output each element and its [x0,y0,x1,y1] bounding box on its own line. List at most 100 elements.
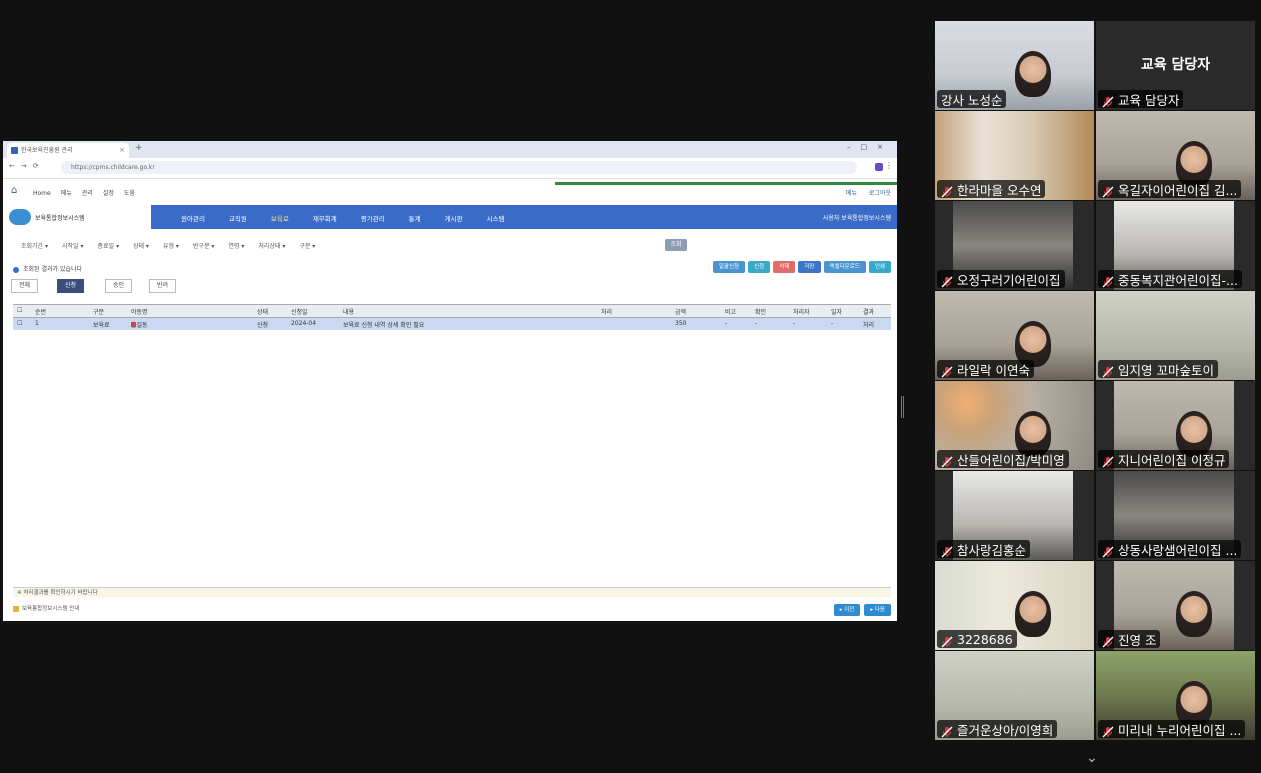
action-button[interactable]: 저장 [798,261,821,273]
action-buttons: 일괄신청 신청 삭제 저장 엑셀다운로드 인쇄 [710,261,891,273]
filter-label[interactable]: 연령 ▾ [228,243,244,250]
sub-tab[interactable]: 신청 [57,279,85,293]
participant-name-bar: 산들어린이집/박미영 [937,450,1069,468]
extension-icon[interactable] [875,163,883,171]
util-links: 메뉴 로그아웃 [834,188,891,197]
logo[interactable]: 보육통합정보시스템 [3,205,151,229]
user-info[interactable]: 사용자 보육통합정보시스템 [823,213,891,222]
browser-tab-bar: 한국보육진흥원 관리 × + –□× [3,141,897,158]
bookmark-link[interactable]: 메뉴 [61,190,72,197]
participant-tile[interactable]: 임지영 꼬마숲토이 [1096,291,1255,380]
sub-tab[interactable]: 승인 [105,279,133,293]
menu-item[interactable]: 교직원 [229,215,247,223]
bookmark-link[interactable]: 설정 [103,190,114,197]
status-line: ※ 처리결과를 확인하시기 바랍니다 [13,587,891,597]
participant-name-bar: 진영 조 [1098,630,1161,648]
column-header[interactable]: 처리자 [793,307,810,316]
participant-tile[interactable]: 교육 담당자 교육 담당자 [1096,21,1255,110]
column-header[interactable]: 일자 [831,307,842,316]
filter-label[interactable]: 반구분 ▾ [193,243,214,250]
url-input[interactable]: https://cpms.childcare.go.kr [61,161,857,174]
filter-label[interactable]: 구분 ▾ [299,243,315,250]
window-controls[interactable]: –□× [847,143,893,151]
participant-tile[interactable]: 옥길자이어린이집 김... [1096,111,1255,200]
footer-button[interactable]: ▸ 다음 [864,604,891,616]
home-icon[interactable]: ⌂ [11,185,17,196]
participant-tile[interactable]: 오정구러기어린이집 [935,201,1094,290]
column-header[interactable]: 결과 [863,307,874,316]
mic-muted-icon [1102,723,1114,738]
table-row[interactable]: ☐ 1 보육료 홍길동 신청 2024-04 보육료 신청 내역 상세 확인 필요 350 - -… [13,318,891,330]
column-header[interactable]: 순번 [35,307,46,316]
filter-label[interactable]: 조회기간 ▾ [21,243,48,250]
participant-display-name: 교육 담당자 [1140,57,1211,73]
new-tab-icon[interactable]: + [135,143,143,153]
participant-name-bar: 한라마을 오수연 [937,180,1046,198]
column-header[interactable]: 비고 [725,307,736,316]
participant-name: 3228686 [957,631,1013,647]
bookmark-link[interactable]: 관리 [82,190,93,197]
mic-muted-icon [941,363,953,378]
participant-figure [1176,591,1212,637]
participant-tile[interactable]: 참사랑김홍순 [935,471,1094,560]
action-button[interactable]: 인쇄 [868,261,891,273]
filter-label[interactable]: 유형 ▾ [163,243,179,250]
column-header[interactable]: 내용 [343,307,354,316]
action-button[interactable]: 신청 [748,261,771,273]
participant-tile[interactable]: 강사 노성순 [935,21,1094,110]
column-header[interactable]: 아동명 [131,307,148,316]
column-header[interactable]: 구분 [93,307,104,316]
search-button[interactable]: 조회 [665,239,687,251]
participant-tile[interactable]: 산들어린이집/박미영 [935,381,1094,470]
column-header[interactable]: 확인 [755,307,766,316]
bookmark-link[interactable]: 도움 [124,190,135,197]
sub-tab[interactable]: 전체 [11,279,39,293]
select-all-checkbox[interactable]: ☐ [17,307,22,314]
column-header[interactable]: 처리 [601,307,612,316]
menu-item[interactable]: 보육료 [271,215,289,223]
participant-tile[interactable]: 진영 조 [1096,561,1255,650]
menu-item[interactable]: 통계 [409,215,421,223]
mic-muted-icon [1102,273,1114,288]
participant-tile[interactable]: 라일락 이연숙 [935,291,1094,380]
participant-tile[interactable]: 지니어린이집 이정규 [1096,381,1255,470]
chevron-down-icon[interactable]: ⌄ [1086,750,1098,766]
more-icon[interactable]: ⋮ [885,161,893,170]
row-checkbox[interactable]: ☐ [17,320,22,327]
sub-tab[interactable]: 반려 [149,279,177,293]
action-button[interactable]: 삭제 [773,261,796,273]
participant-tile[interactable]: 미리내 누리어린이집 ... [1096,651,1255,740]
mic-muted-icon [1102,363,1114,378]
util-link[interactable]: 메뉴 [846,190,857,197]
table-cell: 350 [675,320,687,327]
mic-muted-icon [1102,183,1114,198]
close-icon[interactable]: × [119,143,125,158]
participant-tile[interactable]: 한라마을 오수연 [935,111,1094,200]
util-link[interactable]: 로그아웃 [869,190,891,197]
participant-tile[interactable]: 즐거운상아/이영희 [935,651,1094,740]
column-header[interactable]: 금액 [675,307,686,316]
filter-label[interactable]: 시작일 ▾ [62,243,83,250]
filter-label[interactable]: 처리상태 ▾ [258,243,285,250]
filter-label[interactable]: 종료일 ▾ [97,243,118,250]
participant-name-bar: 오정구러기어린이집 [937,270,1065,288]
filter-label[interactable]: 상태 ▾ [133,243,149,250]
menu-item[interactable]: 원아관리 [181,215,205,223]
action-button[interactable]: 엑셀다운로드 [823,261,866,273]
nav-buttons[interactable]: ←→⟳ [9,162,45,170]
menu-item[interactable]: 평가관리 [361,215,385,223]
participant-figure [1015,591,1051,637]
bookmark-link[interactable]: Home [33,190,51,197]
footer-button[interactable]: ▸ 이전 [833,604,861,616]
participant-tile[interactable]: 상동사랑샘어린이집 ... [1096,471,1255,560]
column-header[interactable]: 신청일 [291,307,308,316]
menu-item[interactable]: 게시판 [445,215,463,223]
action-button[interactable]: 일괄신청 [712,261,746,273]
menu-item[interactable]: 재무회계 [313,215,337,223]
browser-tab[interactable]: 한국보육진흥원 관리 × [7,143,129,158]
participant-tile[interactable]: 3228686 [935,561,1094,650]
participant-tile[interactable]: 중동복지관어린이집-... [1096,201,1255,290]
column-header[interactable]: 상태 [257,307,268,316]
split-handle[interactable] [901,396,904,418]
menu-item[interactable]: 시스템 [487,215,505,223]
